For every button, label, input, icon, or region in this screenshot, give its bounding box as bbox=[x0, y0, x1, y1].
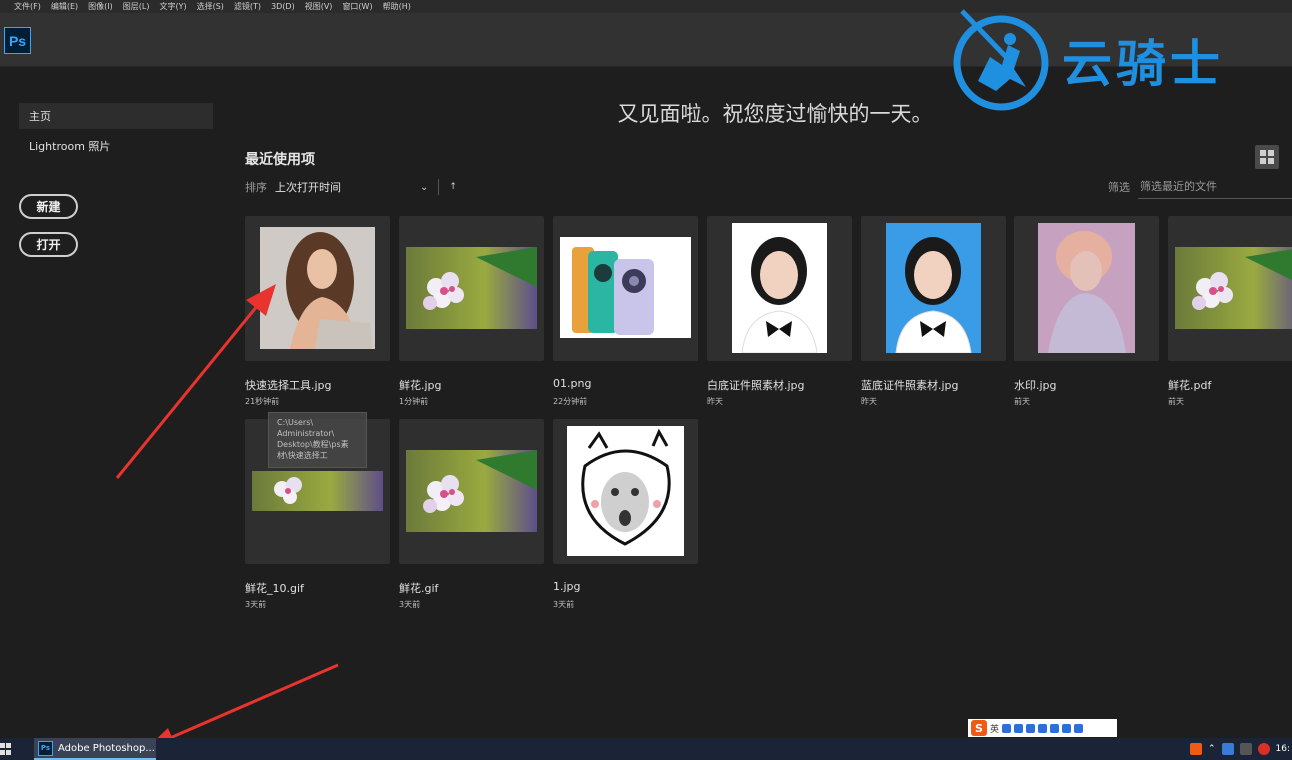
file-time: 前天 bbox=[1168, 397, 1184, 406]
file-time: 22分钟前 bbox=[553, 397, 588, 406]
recent-file-card[interactable] bbox=[399, 419, 544, 564]
sort-label: 排序 bbox=[245, 181, 267, 194]
photoshop-logo: Ps bbox=[4, 27, 31, 54]
chevron-up-icon[interactable]: ⌃ bbox=[1208, 744, 1216, 754]
file-name[interactable]: 白底证件照素材.jpg bbox=[707, 377, 805, 393]
volume-icon[interactable] bbox=[1239, 743, 1252, 755]
file-name[interactable]: 01.png bbox=[553, 377, 591, 390]
menu-item[interactable]: 文件(F) bbox=[14, 1, 41, 12]
watermark-text: 云骑士 bbox=[1062, 35, 1224, 93]
file-time: 3天前 bbox=[399, 600, 421, 609]
menu-item[interactable]: 选择(S) bbox=[197, 1, 224, 12]
file-time: 3天前 bbox=[245, 600, 267, 609]
file-time: 昨天 bbox=[861, 397, 877, 406]
file-thumbnail bbox=[732, 223, 827, 353]
recent-file-card[interactable] bbox=[707, 216, 852, 361]
recent-file-card[interactable] bbox=[399, 216, 544, 361]
file-thumbnail bbox=[406, 450, 537, 532]
file-path-tooltip: C:\Users\ Administrator\ Desktop\教程\ps素 … bbox=[268, 412, 367, 468]
file-name[interactable]: 鲜花.pdf bbox=[1168, 377, 1211, 393]
taskbar-photoshop[interactable]: Ps Adobe Photoshop... bbox=[34, 738, 156, 760]
record-icon[interactable] bbox=[1257, 743, 1270, 755]
menu-item[interactable]: 图层(L) bbox=[123, 1, 150, 12]
menu-item[interactable]: 视图(V) bbox=[305, 1, 333, 12]
file-thumbnail bbox=[260, 227, 375, 349]
file-thumbnail bbox=[886, 223, 981, 353]
sort-row: 排序 上次打开时间 ⌄ ↑ bbox=[245, 179, 457, 195]
keyboard-icon[interactable] bbox=[1038, 723, 1048, 733]
file-thumbnail bbox=[560, 237, 691, 338]
file-time: 1分钟前 bbox=[399, 397, 429, 406]
menu-item[interactable]: 帮助(H) bbox=[383, 1, 411, 12]
recent-file-card[interactable] bbox=[1168, 216, 1292, 361]
taskbar: Ps Adobe Photoshop... ⌃ 16: bbox=[0, 738, 1292, 760]
file-thumbnail bbox=[1038, 223, 1135, 353]
microphone-icon[interactable] bbox=[1026, 723, 1036, 733]
menu-item[interactable]: 滤镜(T) bbox=[234, 1, 261, 12]
skin-icon[interactable] bbox=[1062, 723, 1072, 733]
taskbar-app-label: Adobe Photoshop... bbox=[58, 742, 155, 754]
sidebar-item-home[interactable]: 主页 bbox=[19, 103, 213, 129]
sidebar-item-lightroom[interactable]: Lightroom 照片 bbox=[19, 133, 213, 159]
punctuation-icon[interactable] bbox=[1002, 723, 1012, 733]
ime-language[interactable]: 英 bbox=[990, 722, 999, 735]
greeting-text: 又见面啦。祝您度过愉快的一天。 bbox=[617, 102, 933, 126]
file-name[interactable]: 蓝底证件照素材.jpg bbox=[861, 377, 959, 393]
new-button[interactable]: 新建 bbox=[19, 194, 78, 219]
emoji-icon[interactable] bbox=[1014, 723, 1024, 733]
menu-item[interactable]: 编辑(E) bbox=[51, 1, 78, 12]
sidebar-item-label: Lightroom 照片 bbox=[29, 140, 111, 153]
file-name[interactable]: 水印.jpg bbox=[1014, 377, 1057, 393]
windows-start-icon[interactable] bbox=[0, 743, 12, 755]
grid-menu-icon[interactable] bbox=[1074, 723, 1084, 733]
open-button[interactable]: 打开 bbox=[19, 232, 78, 257]
recent-file-card[interactable] bbox=[553, 216, 698, 361]
menu-item[interactable]: 3D(D) bbox=[271, 2, 295, 11]
sidebar: 主页 Lightroom 照片 新建 打开 bbox=[0, 68, 222, 738]
grid-view-icon[interactable] bbox=[1255, 145, 1279, 169]
file-time: 3天前 bbox=[553, 600, 575, 609]
menu-item[interactable]: 窗口(W) bbox=[342, 1, 372, 12]
file-thumbnail bbox=[1175, 247, 1292, 329]
file-name[interactable]: 鲜花_10.gif bbox=[245, 580, 304, 596]
recent-file-card[interactable] bbox=[553, 419, 698, 564]
photoshop-icon: Ps bbox=[38, 740, 53, 756]
chevron-down-icon[interactable]: ⌄ bbox=[420, 182, 428, 193]
recent-file-card[interactable] bbox=[245, 216, 390, 361]
ime-toolbar[interactable]: S 英 bbox=[968, 719, 1117, 737]
filter-label: 筛选 bbox=[1108, 181, 1130, 194]
system-tray: ⌃ 16: bbox=[1189, 738, 1292, 760]
file-name[interactable]: 快速选择工具.jpg bbox=[245, 377, 332, 393]
sort-ascending-icon[interactable]: ↑ bbox=[449, 182, 457, 192]
sogou-logo-icon: S bbox=[971, 720, 987, 736]
menu-item[interactable]: 文字(Y) bbox=[159, 1, 186, 12]
recent-title: 最近使用项 bbox=[245, 152, 315, 168]
menu-item[interactable]: 图像(I) bbox=[88, 1, 113, 12]
recent-file-card[interactable] bbox=[861, 216, 1006, 361]
file-name[interactable]: 鲜花.gif bbox=[399, 580, 438, 596]
recent-file-card[interactable] bbox=[1014, 216, 1159, 361]
file-thumbnail bbox=[567, 426, 684, 556]
sidebar-item-label: 主页 bbox=[29, 110, 51, 123]
file-name[interactable]: 鲜花.jpg bbox=[399, 377, 442, 393]
clock[interactable]: 16: bbox=[1276, 744, 1290, 754]
divider bbox=[438, 179, 440, 195]
file-time: 21秒钟前 bbox=[245, 397, 280, 406]
sogou-tray-icon[interactable] bbox=[1189, 743, 1202, 755]
file-thumbnail bbox=[406, 247, 537, 329]
file-name[interactable]: 1.jpg bbox=[553, 580, 581, 593]
file-time: 昨天 bbox=[707, 397, 723, 406]
filter-input[interactable] bbox=[1138, 175, 1292, 199]
toolbox-icon[interactable] bbox=[1050, 723, 1060, 733]
file-thumbnail bbox=[252, 471, 383, 511]
sort-dropdown[interactable]: 上次打开时间 bbox=[275, 179, 420, 195]
network-icon[interactable] bbox=[1221, 743, 1234, 755]
file-time: 前天 bbox=[1014, 397, 1030, 406]
